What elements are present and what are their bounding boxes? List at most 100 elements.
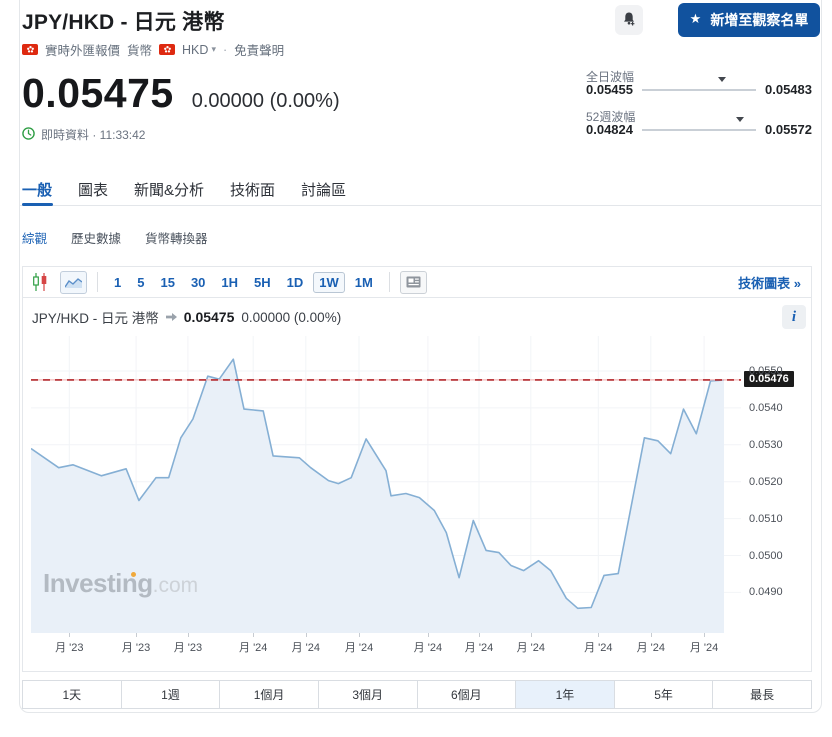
x-axis-tick	[253, 633, 255, 637]
x-axis-tick	[69, 633, 71, 637]
chart-change: 0.00000 (0.00%)	[241, 309, 342, 325]
x-axis-label: 月 '24	[291, 642, 320, 654]
x-axis-label: 月 '23	[173, 642, 203, 654]
chart-widget: 1 5 15 30 1H 5H 1D 1W 1M 技術圖表 » JPY/HKD - 日元 港幣 …	[22, 266, 812, 672]
y-axis-label: 0.0500	[749, 549, 783, 562]
chart-plot[interactable]: Investing .com	[31, 336, 741, 633]
week52-range-high: 0.05572	[765, 122, 812, 137]
chart-toolbar: 1 5 15 30 1H 5H 1D 1W 1M 技術圖表 »	[23, 267, 811, 298]
period-selector: 1天 1週 1個月 3個月 6個月 1年 5年 最長	[22, 680, 812, 709]
alert-button[interactable]	[615, 5, 643, 35]
x-axis-tick	[187, 633, 189, 637]
tabs-divider	[20, 205, 821, 206]
x-axis-label: 月 '24	[636, 642, 666, 654]
x-axis-tick	[427, 633, 429, 637]
clock-icon	[22, 126, 35, 143]
x-axis-tick	[479, 633, 480, 637]
timeframe-4[interactable]: 1H	[215, 272, 244, 293]
x-axis-label: 月 '24	[516, 642, 546, 654]
info-button[interactable]: i	[782, 305, 806, 329]
toolbar-divider	[97, 272, 98, 292]
chart-header: JPY/HKD - 日元 港幣 0.05475 0.00000 (0.00%)	[32, 307, 341, 327]
y-axis-label: 0.0550	[749, 365, 783, 378]
y-axis-label: 0.0510	[749, 512, 783, 525]
candlestick-chart-button[interactable]	[31, 272, 50, 292]
period-4[interactable]: 6個月	[418, 681, 517, 708]
x-axis-tick	[704, 633, 706, 637]
chart-price: 0.05475	[183, 309, 235, 325]
timeframe-8[interactable]: 1M	[349, 272, 379, 293]
x-axis-label: 月 '24	[239, 642, 268, 654]
week52-range-row: 0.04824 0.05572	[586, 116, 812, 143]
y-axis-label: 0.0540	[749, 401, 783, 414]
realtime-label: 即時資料 · 11:33:42	[41, 128, 146, 142]
x-axis-tick	[359, 633, 361, 637]
hk-flag-icon	[22, 44, 38, 55]
timeframe-7[interactable]: 1W	[313, 271, 345, 293]
timeframe-0[interactable]: 1	[108, 272, 127, 293]
timeframe-1[interactable]: 5	[131, 272, 150, 293]
x-axis-tick	[650, 633, 652, 637]
price-chart-svg	[31, 336, 741, 633]
period-7[interactable]: 最長	[713, 681, 811, 708]
week52-range-track	[642, 116, 756, 143]
timeframe-list: 1 5 15 30 1H 5H 1D 1W 1M	[108, 271, 379, 293]
bell-plus-icon	[621, 11, 637, 30]
day-range-row: 0.05455 0.05483	[586, 76, 812, 103]
star-icon: ★	[689, 11, 702, 26]
x-axis-label: 月 '24	[689, 642, 719, 654]
day-range-track	[642, 76, 756, 103]
x-axis-tick	[598, 633, 600, 637]
price-row: 0.05475 0.00000 (0.00%)	[22, 70, 340, 117]
subtab-0[interactable]: 綜觀	[22, 228, 47, 247]
toolbar-divider	[388, 272, 390, 292]
disclaimer-link[interactable]: 免責聲明	[234, 40, 284, 59]
active-tab-underline	[22, 203, 53, 206]
x-axis-tick	[136, 633, 138, 637]
week52-range-marker	[736, 116, 746, 143]
timeframe-5[interactable]: 5H	[248, 272, 277, 293]
x-axis-label: 月 '24	[464, 642, 494, 654]
category-label[interactable]: 貨幣	[127, 40, 152, 59]
x-axis-tick	[305, 633, 307, 637]
price-change: 0.00000 (0.00%)	[191, 90, 340, 112]
x-axis-tick	[530, 633, 532, 637]
y-axis-label: 0.0530	[749, 438, 783, 451]
x-axis-label: 月 '24	[584, 642, 613, 654]
period-5[interactable]: 1年	[516, 681, 615, 708]
y-axis-label: 0.0520	[749, 475, 783, 488]
quote-type-label[interactable]: 實時外匯報價	[45, 40, 120, 59]
timeframe-2[interactable]: 15	[154, 272, 180, 293]
timeframe-3[interactable]: 30	[185, 272, 211, 293]
period-0[interactable]: 1天	[23, 681, 122, 708]
news-events-button[interactable]	[399, 270, 427, 294]
sub-tabs: 綜觀 歷史數據 貨幣轉換器	[22, 228, 208, 247]
x-axis-label: 月 '24	[413, 642, 443, 654]
x-axis-label: 月 '24	[344, 642, 374, 654]
period-1[interactable]: 1週	[122, 681, 221, 708]
subtab-1[interactable]: 歷史數據	[71, 228, 121, 247]
technical-chart-link[interactable]: 技術圖表 »	[738, 273, 801, 292]
chevron-down-icon: ▾	[211, 44, 216, 54]
period-2[interactable]: 1個月	[220, 681, 319, 708]
x-axis-label: 月 '23	[55, 642, 84, 654]
current-price: 0.05475	[22, 70, 174, 116]
currency-selector[interactable]: HKD ▾	[182, 43, 216, 57]
period-3[interactable]: 3個月	[319, 681, 418, 708]
arrow-right-icon	[165, 310, 177, 325]
add-watchlist-button[interactable]: ★ 新增至觀察名單	[678, 3, 820, 37]
separator-dot: ·	[222, 42, 228, 57]
subtab-2[interactable]: 貨幣轉換器	[145, 228, 208, 247]
timeframe-6[interactable]: 1D	[281, 272, 310, 293]
breadcrumb: 實時外匯報價 貨幣 HKD ▾ · 免責聲明	[22, 40, 284, 59]
x-axis-label: 月 '23	[121, 642, 151, 654]
y-axis-label: 0.0490	[749, 586, 783, 599]
y-axis: 0.05476 0.0550 0.0540 0.0530 0.0520 0.0510 0.…	[742, 336, 812, 633]
day-range-low: 0.05455	[586, 82, 633, 97]
realtime-row: 即時資料 · 11:33:42	[22, 126, 146, 143]
hk-flag-icon	[159, 44, 176, 55]
period-6[interactable]: 5年	[615, 681, 714, 708]
day-range-marker	[717, 76, 728, 103]
day-range-high: 0.05483	[765, 82, 812, 97]
area-chart-button[interactable]	[60, 270, 87, 294]
